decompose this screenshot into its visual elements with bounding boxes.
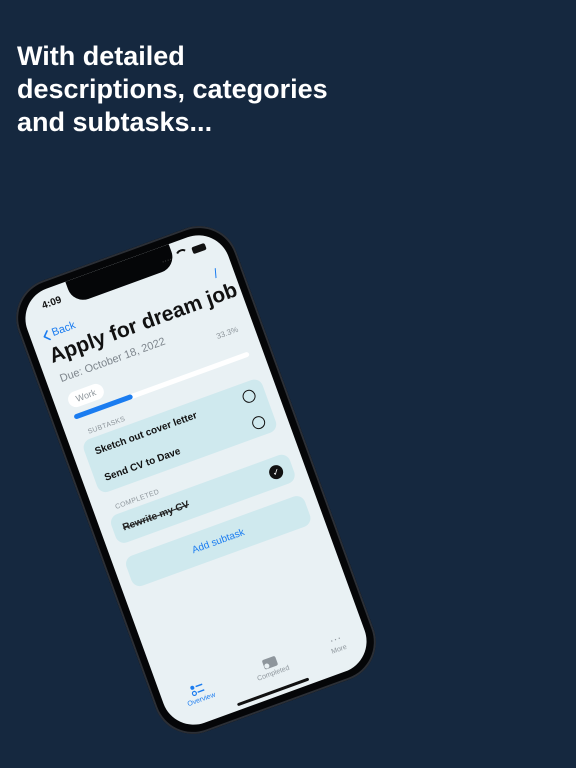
subtask-checkbox[interactable] [250,413,267,431]
headline-line-2: descriptions, categories [17,74,328,104]
phone-mockup: 4:09 ···· Back / Apply for dream job Due… [4,214,388,746]
progress-percent: 33.3% [215,324,240,342]
tab-more[interactable]: ··· More [326,630,348,655]
tab-overview[interactable]: Overview [182,678,216,708]
phone-screen: 4:09 ···· Back / Apply for dream job Due… [16,226,376,734]
checkmark-icon[interactable]: ✓ [267,463,286,482]
back-chevron-icon [43,329,51,340]
headline: With detailed descriptions, categories a… [17,40,557,139]
signal-icon: ···· [160,253,174,266]
headline-line-3: and subtasks... [17,107,213,137]
subtask-checkbox[interactable] [240,387,258,405]
edit-pencil-icon[interactable]: / [211,266,220,281]
headline-line-1: With detailed [17,41,185,71]
tab-completed[interactable]: Completed [251,651,290,682]
status-time: 4:09 [40,294,64,312]
battery-icon [191,242,207,254]
wifi-icon [173,247,191,262]
